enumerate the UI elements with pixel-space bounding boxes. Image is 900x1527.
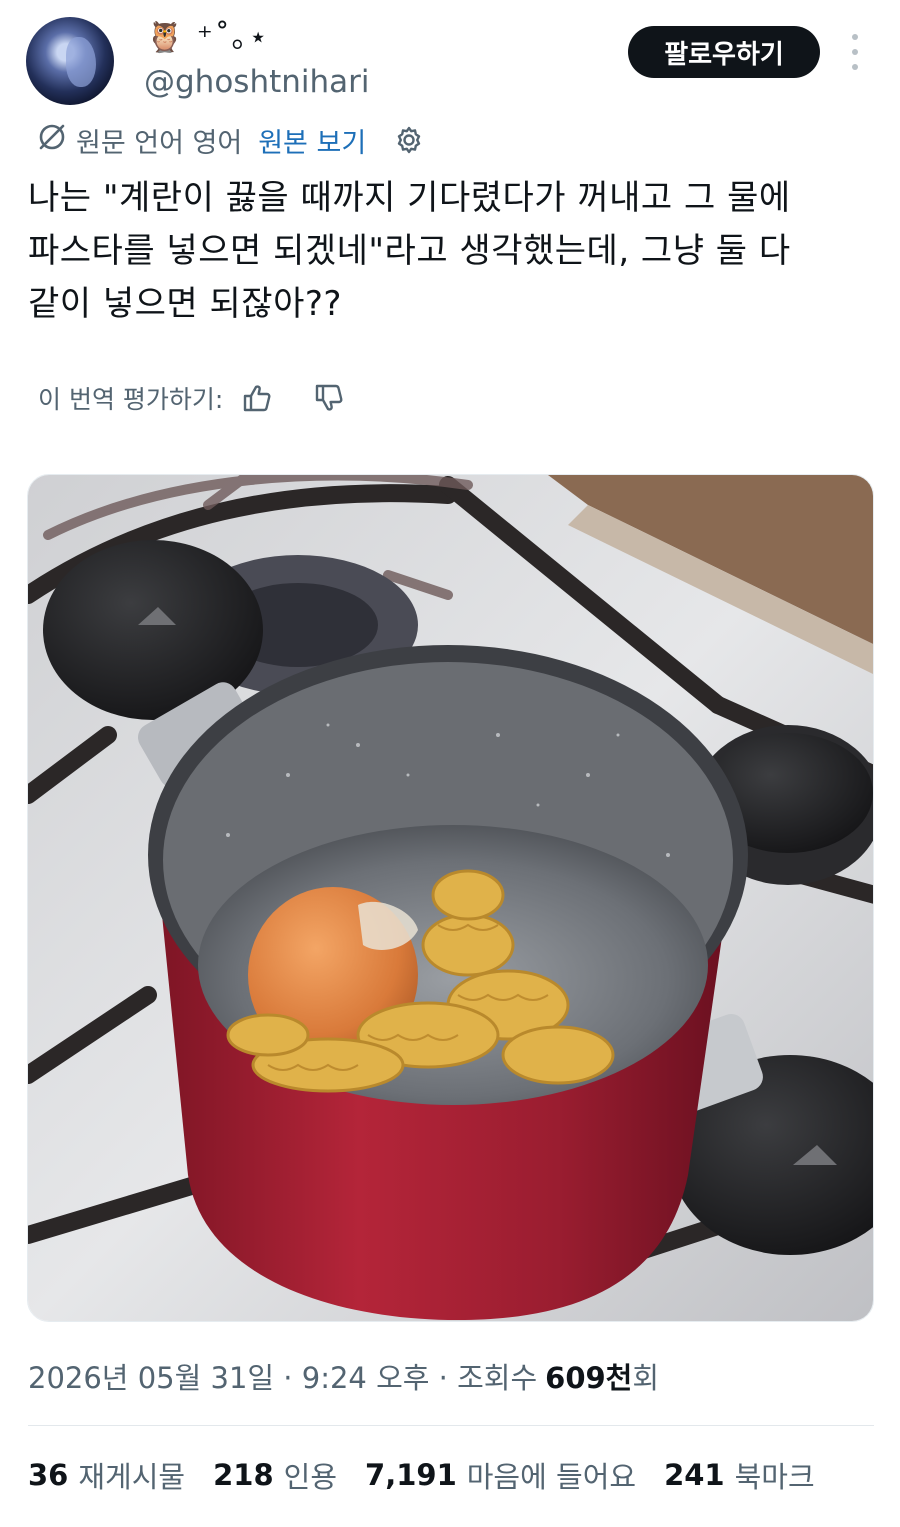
tweet-header: 🦉 ⁺˚｡⋆ @ghoshtnihari 팔로우하기 [0,0,900,120]
translation-bar: 원문 언어 영어 원본 보기 [36,118,424,162]
bookmarks-count: 241 [664,1458,725,1492]
reposts-count: 36 [28,1458,69,1492]
divider [28,1425,874,1426]
quotes-label: 인용 [283,1460,338,1494]
tweet-text: 나는 "계란이 끓을 때까지 기다렸다가 꺼내고 그 물에 파스타를 넣으면 되… [28,174,878,333]
show-original-link[interactable]: 원본 보기 [258,121,366,160]
quotes-count: 218 [213,1458,274,1492]
engagement-stats: 36 재게시물 218 인용 7,191 마음에 들어요 241 북마크 [28,1452,843,1498]
reposts-label: 재게시물 [78,1460,186,1494]
tweet-meta: 2026년 05월 31일 · 9:24 오후 · 조회수 609천 회 [28,1354,659,1398]
bookmarks-stat[interactable]: 241 북마크 [664,1454,815,1496]
thumbs-up-icon[interactable] [241,382,273,414]
view-count-suffix: 회 [632,1361,660,1395]
display-name[interactable]: 🦉 ⁺˚｡⋆ [146,18,270,58]
thumbs-down-icon[interactable] [313,382,345,414]
reposts-stat[interactable]: 36 재게시물 [28,1454,185,1496]
likes-count: 7,191 [365,1458,457,1492]
source-language-note: 원문 언어 영어 [76,127,243,159]
likes-stat[interactable]: 7,191 마음에 들어요 [365,1454,636,1496]
view-count: 609천 [545,1361,633,1395]
follow-button[interactable]: 팔로우하기 [628,26,820,78]
likes-label: 마음에 들어요 [466,1460,637,1494]
rate-translation-label: 이 번역 평가하기: [38,385,224,414]
tweet-photo[interactable] [27,474,874,1322]
tweet-text-line: 같이 넣으면 되잖아?? [28,284,342,324]
avatar[interactable] [26,17,114,105]
timestamp[interactable]: 2026년 05월 31일 · 9:24 오후 · 조회수 [28,1355,537,1397]
gear-icon[interactable] [394,125,424,155]
tweet-text-line: 파스타를 넣으면 되겠네"라고 생각했는데, 그냥 둘 다 [28,231,791,271]
no-translate-icon [36,121,68,160]
more-vertical-icon[interactable] [848,34,862,70]
quotes-stat[interactable]: 218 인용 [213,1454,337,1496]
tweet-text-line: 나는 "계란이 끓을 때까지 기다렸다가 꺼내고 그 물에 [28,178,791,218]
translation-rating: 이 번역 평가하기: [38,376,345,420]
bookmarks-label: 북마크 [734,1460,815,1494]
user-handle[interactable]: @ghoshtnihari [144,62,370,102]
